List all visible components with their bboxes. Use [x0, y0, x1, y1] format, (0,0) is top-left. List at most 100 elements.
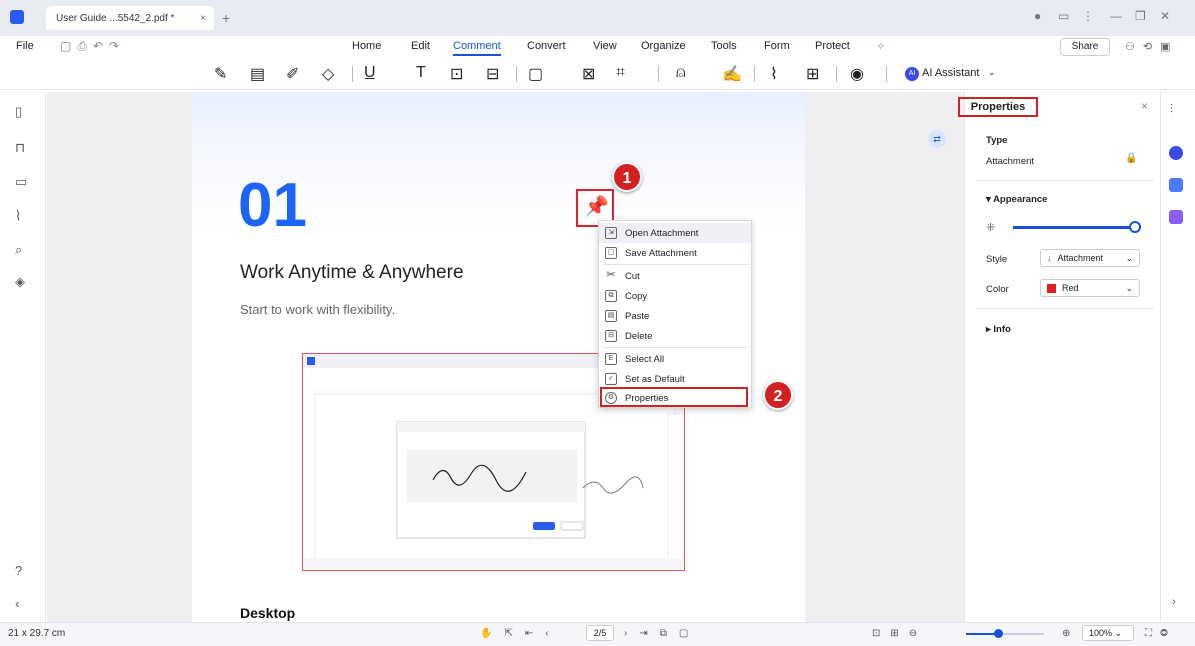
ai-chat-icon[interactable]	[1169, 146, 1183, 160]
opacity-slider-handle[interactable]	[1129, 221, 1141, 233]
menu-save-attachment[interactable]: ▢ Save Attachment	[599, 243, 751, 263]
close-window-icon[interactable]: ✕	[1160, 9, 1170, 23]
more-icon[interactable]: ⋮	[1082, 9, 1094, 23]
pin-icon[interactable]: 📌	[584, 194, 609, 219]
page-heading: Work Anytime & Anywhere	[240, 262, 464, 283]
help-icon[interactable]: ?	[15, 563, 22, 578]
properties-panel	[964, 92, 1160, 622]
comment-list-icon[interactable]: ⊞	[806, 64, 819, 84]
menu-convert[interactable]: Convert	[527, 40, 566, 52]
menu-set-as-default[interactable]: ✓ Set as Default	[599, 369, 751, 389]
check-panel-icon[interactable]	[1169, 210, 1183, 224]
share-button[interactable]: Share	[1060, 38, 1110, 56]
menu-tools[interactable]: Tools	[711, 40, 737, 52]
lock-icon[interactable]: 🔒	[1125, 153, 1137, 164]
chevron-down-icon[interactable]: ⌄	[988, 67, 996, 78]
toolbar-separator	[352, 66, 353, 82]
zoom-dropdown[interactable]: 100% ⌄	[1082, 625, 1134, 641]
show-comments-icon[interactable]: ◉	[850, 64, 864, 84]
zoom-slider-fill	[966, 633, 996, 635]
menu-select-all[interactable]: E Select All	[599, 349, 751, 369]
menu-edit[interactable]: Edit	[411, 40, 430, 52]
expand-right-icon[interactable]: ›	[1172, 596, 1176, 608]
measure-icon[interactable]: ⌗	[616, 64, 625, 82]
page-size: 21 x 29.7 cm	[8, 628, 66, 639]
search-icon[interactable]: ⌕	[15, 242, 22, 258]
signature-icon[interactable]: ✍	[722, 64, 742, 84]
lightbulb-icon[interactable]: ✧	[876, 40, 885, 53]
expand-icon: ▾	[986, 194, 994, 205]
toolbar-separator	[658, 66, 659, 82]
tab-close-icon[interactable]: ×	[200, 13, 206, 24]
view-mode-controls[interactable]: ⊡⊞⊖	[872, 628, 927, 639]
menu-home[interactable]: Home	[352, 40, 381, 52]
page-number-input[interactable]: 2/5	[586, 625, 614, 641]
pencil-icon[interactable]: ✐	[286, 64, 299, 84]
collapse-left-icon[interactable]: ‹	[15, 596, 19, 611]
style-dropdown[interactable]: ↓ Attachment ⌄	[1040, 249, 1140, 267]
menu-protect[interactable]: Protect	[815, 40, 850, 52]
color-label: Color	[986, 284, 1009, 295]
properties-toggle-icon[interactable]: ⫶	[1170, 102, 1173, 117]
appearance-section[interactable]: ▾ Appearance	[986, 194, 1047, 205]
eraser-icon[interactable]: ◇	[322, 64, 334, 84]
menu-delete[interactable]: ⊟ Delete	[599, 326, 751, 346]
paste-icon: ▤	[605, 310, 617, 322]
attachment-icon[interactable]: ⌇	[770, 64, 778, 84]
color-dropdown[interactable]: Red ⌄	[1040, 279, 1140, 297]
menu-open-attachment[interactable]: ⇲ Open Attachment	[599, 223, 751, 243]
menu-cut[interactable]: ✂ Cut	[599, 266, 751, 286]
step-1-badge: 1	[612, 162, 642, 192]
menu-view[interactable]: View	[593, 40, 617, 52]
menu-form[interactable]: Form	[764, 40, 790, 52]
layers-icon[interactable]: ◈	[15, 274, 25, 290]
right-rail	[1160, 92, 1195, 622]
translate-icon[interactable]: ⇄	[928, 130, 946, 148]
bookmark-icon[interactable]: ⊓	[15, 140, 25, 156]
notes-icon[interactable]: ▭	[1058, 9, 1069, 23]
menu-comment[interactable]: Comment	[453, 40, 501, 56]
navigation-controls[interactable]: ✋⇱⇤‹	[480, 628, 561, 639]
translate-panel-icon[interactable]	[1169, 178, 1183, 192]
comment-toolbar	[0, 60, 1195, 90]
underline-icon[interactable]: U̲	[364, 64, 376, 82]
document-tab[interactable]: User Guide ...5542_2.pdf * ×	[46, 6, 214, 30]
note-icon[interactable]: ⊠	[582, 64, 595, 84]
scissors-icon: ✂	[606, 269, 616, 281]
attachment-panel-icon[interactable]: ⌇	[15, 208, 21, 224]
quick-actions-icons[interactable]: ▢⎙↶↷	[60, 39, 125, 54]
opacity-slider-fill	[1013, 226, 1135, 229]
ai-assistant-icon[interactable]: AI	[905, 67, 919, 81]
chevron-down-icon: ⌄	[1125, 282, 1133, 293]
new-tab-icon[interactable]: +	[222, 10, 230, 26]
maximize-icon[interactable]: ❐	[1135, 9, 1146, 23]
page-forward-controls[interactable]: ›⇥⧉▢	[624, 628, 700, 639]
menu-copy[interactable]: ⧉ Copy	[599, 286, 751, 306]
shape-icon[interactable]: ▢	[528, 64, 543, 84]
step-2-badge: 2	[763, 380, 793, 410]
page-thumbnail-icon[interactable]: ▯	[15, 104, 22, 120]
menu-organize[interactable]: Organize	[641, 40, 686, 52]
minimize-icon[interactable]: —	[1110, 9, 1122, 23]
trash-icon: ⊟	[605, 330, 617, 342]
callout-icon[interactable]: ⊟	[486, 64, 499, 84]
comment-icon[interactable]: ▭	[15, 174, 27, 190]
fit-view-icons[interactable]: ⛶◎	[1145, 628, 1176, 639]
text-icon[interactable]: T	[416, 64, 426, 82]
chapter-number: 01	[238, 171, 307, 240]
toolbar-separator	[886, 66, 887, 82]
zoom-in-icon[interactable]: ⊕	[1062, 628, 1070, 639]
avatar-icon[interactable]: ●	[1034, 9, 1041, 23]
highlight-icon[interactable]: ✎	[214, 64, 227, 84]
menu-file[interactable]: File	[16, 40, 34, 52]
stamp-icon[interactable]: ⍝	[676, 64, 686, 82]
header-actions-icons[interactable]: ⚇⟲▣	[1125, 40, 1178, 53]
opacity-icon: ⁜	[986, 222, 996, 234]
ai-assistant-button[interactable]: AI Assistant	[922, 67, 979, 79]
info-section[interactable]: ▸ Info	[986, 324, 1011, 335]
sticky-note-icon[interactable]: ▤	[250, 64, 265, 84]
textbox-icon[interactable]: ⊡	[450, 64, 463, 84]
close-panel-icon[interactable]: ×	[1141, 99, 1148, 113]
menu-paste[interactable]: ▤ Paste	[599, 306, 751, 326]
zoom-slider-handle[interactable]	[994, 629, 1003, 638]
